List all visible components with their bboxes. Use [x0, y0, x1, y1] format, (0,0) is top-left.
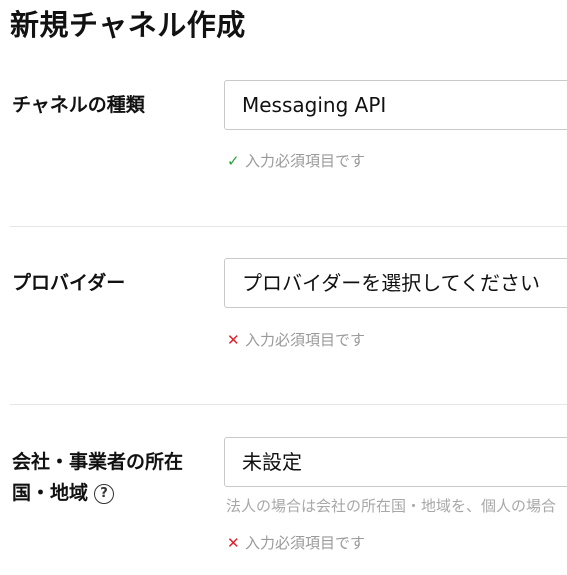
channel-type-select[interactable]: Messaging API [224, 80, 567, 130]
country-select[interactable]: 未設定 [224, 437, 567, 487]
channel-type-label: チャネルの種類 [12, 94, 145, 116]
country-label-line2: 国・地域? [12, 477, 115, 510]
provider-status: ✕ 入力必須項目です [227, 330, 365, 350]
channel-type-status-text: 入力必須項目です [245, 152, 366, 170]
provider-select[interactable]: プロバイダーを選択してください [224, 258, 567, 308]
cross-icon: ✕ [227, 331, 240, 349]
divider [10, 404, 567, 405]
help-icon[interactable]: ? [94, 484, 115, 504]
provider-label: プロバイダー [12, 272, 126, 294]
channel-type-status: ✓ 入力必須項目です [227, 151, 365, 171]
page-title: 新規チャネル作成 [10, 8, 246, 42]
country-label-line1: 会社・事業者の所在 [12, 451, 184, 473]
country-status-text: 入力必須項目です [245, 534, 366, 552]
country-label-text: 国・地域 [12, 482, 89, 504]
provider-status-text: 入力必須項目です [245, 331, 366, 349]
country-hint: 法人の場合は会社の所在国・地域を、個人の場合 [226, 497, 557, 515]
cross-icon: ✕ [227, 534, 240, 552]
divider [10, 226, 567, 227]
check-icon: ✓ [227, 152, 240, 170]
country-status: ✕ 入力必須項目です [227, 533, 365, 553]
